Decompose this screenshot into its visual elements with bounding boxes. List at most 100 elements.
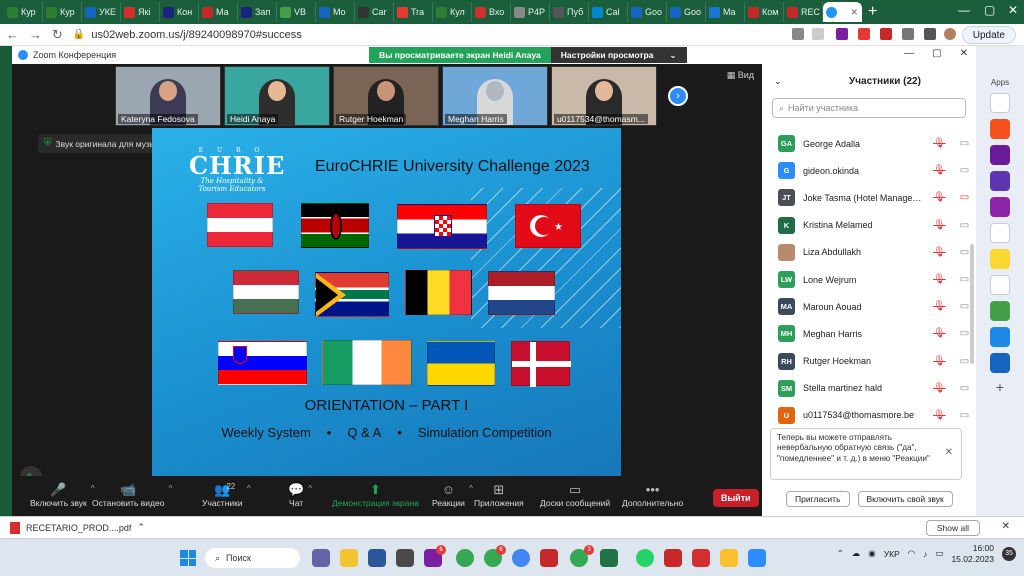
participant-row[interactable]: Uu0117534@thomasmore.be 🎙 ▭ bbox=[762, 402, 976, 429]
browser-tab[interactable]: Ком bbox=[745, 2, 784, 22]
participant-list-scrollbar[interactable] bbox=[970, 244, 974, 364]
browser-tab[interactable]: Які bbox=[121, 2, 160, 22]
browser-tab[interactable]: Кур bbox=[43, 2, 82, 22]
kahoot-extension-icon[interactable] bbox=[990, 93, 1010, 113]
browser-tab[interactable]: Кон bbox=[160, 2, 199, 22]
participant-row[interactable]: LW Lone Wejrum 🎙 ▭ bbox=[762, 266, 976, 293]
taskbar-search[interactable]: ⌕ Поиск bbox=[205, 548, 300, 568]
maximize-window-button[interactable]: ▢ bbox=[984, 3, 995, 17]
browser-tab[interactable]: Mo bbox=[316, 2, 355, 22]
volume-icon[interactable]: ♪ bbox=[923, 549, 927, 559]
participant-row[interactable]: GA George Adalla 🎙 ▭ bbox=[762, 130, 976, 157]
whatsapp-icon[interactable] bbox=[636, 549, 654, 567]
participant-row[interactable]: Liza Abdullakh 🎙 ▭ bbox=[762, 239, 976, 266]
browser-tab[interactable]: Goo bbox=[628, 2, 667, 22]
browser-tab[interactable]: Р4Р bbox=[511, 2, 550, 22]
browser-tab[interactable]: Ma bbox=[706, 2, 745, 22]
browser-tab[interactable]: Зап bbox=[238, 2, 277, 22]
twine-extension-icon[interactable] bbox=[990, 275, 1010, 295]
extension-icon[interactable] bbox=[990, 119, 1010, 139]
browser-tab[interactable]: Cal bbox=[589, 2, 628, 22]
reload-icon[interactable]: ↻ bbox=[52, 27, 63, 43]
control-share-screen-button[interactable]: ⬆ Демонстрация экрана bbox=[332, 482, 419, 508]
extension-icon[interactable] bbox=[990, 249, 1010, 269]
participant-video-tile[interactable]: Kateryna Fedosova bbox=[115, 66, 221, 126]
browser-tab[interactable]: Кул bbox=[433, 2, 472, 22]
pdf-extension-icon[interactable] bbox=[880, 28, 892, 40]
chevron-up-icon[interactable]: ^ bbox=[169, 484, 173, 493]
minimize-icon[interactable]: — bbox=[904, 48, 914, 59]
language-indicator[interactable]: УКР bbox=[884, 549, 900, 559]
app-icon[interactable] bbox=[396, 549, 414, 567]
participant-row[interactable]: K Kristina Melamed 🎙 ▭ bbox=[762, 212, 976, 239]
browser-tab[interactable]: Car bbox=[355, 2, 394, 22]
browser-tab[interactable]: Кур bbox=[4, 2, 43, 22]
close-icon[interactable]: ✕ bbox=[945, 447, 953, 460]
zoom-icon[interactable] bbox=[748, 549, 766, 567]
extension-icon[interactable] bbox=[858, 28, 870, 40]
control-chat-button[interactable]: 💬 Чат ^ bbox=[288, 482, 312, 508]
chevron-up-icon[interactable]: ⌃ bbox=[837, 548, 844, 559]
participant-video-tile[interactable]: Heidi Anaya bbox=[224, 66, 330, 126]
add-icon[interactable]: + bbox=[976, 379, 1024, 395]
address-bar[interactable]: 🔒 us02web.zoom.us/j/89240098970#success bbox=[73, 29, 302, 41]
participant-video-tile[interactable]: Meghan Harris bbox=[442, 66, 548, 126]
battery-icon[interactable]: ▭ bbox=[935, 548, 943, 559]
wifi-icon[interactable]: ◠ bbox=[908, 548, 915, 559]
forward-icon[interactable]: → bbox=[29, 27, 42, 42]
participant-video-tile[interactable]: Rutger Hoekman bbox=[333, 66, 439, 126]
control-participants-button[interactable]: 👥 Участники 22 ^ bbox=[202, 482, 251, 508]
browser-tab[interactable]: Ма bbox=[199, 2, 238, 22]
chevron-up-icon[interactable]: ^ bbox=[247, 484, 251, 493]
browser-tab[interactable]: REC bbox=[784, 2, 823, 22]
extension-icon[interactable] bbox=[990, 353, 1010, 373]
acrobat-icon[interactable] bbox=[664, 549, 682, 567]
close-tab-icon[interactable]: ✕ bbox=[850, 7, 858, 18]
next-page-button[interactable]: › bbox=[668, 86, 688, 106]
start-icon[interactable] bbox=[180, 550, 196, 566]
extension-icon[interactable] bbox=[990, 301, 1010, 321]
app-icon[interactable] bbox=[540, 549, 558, 567]
word-icon[interactable] bbox=[368, 549, 386, 567]
control-apps-button[interactable]: ⊞ Приложения bbox=[474, 482, 524, 508]
extension-icon[interactable] bbox=[990, 145, 1010, 165]
close-icon[interactable]: ✕ bbox=[960, 48, 968, 59]
chevron-up-icon[interactable]: ^ bbox=[469, 484, 473, 493]
close-window-button[interactable]: ✕ bbox=[1008, 3, 1018, 17]
browser-tab[interactable]: Пуб bbox=[550, 2, 589, 22]
chevron-up-icon[interactable]: ⌃ bbox=[137, 522, 145, 533]
extension-icon[interactable] bbox=[836, 28, 848, 40]
view-button[interactable]: ▦ Вид bbox=[727, 70, 754, 81]
tray-icon[interactable]: ◉ bbox=[868, 548, 875, 559]
chevron-up-icon[interactable]: ^ bbox=[308, 484, 312, 493]
collapse-chevron-icon[interactable]: ⌄ bbox=[774, 76, 782, 87]
view-options-button[interactable]: Настройки просмотра ⌄ bbox=[550, 47, 687, 63]
excel-icon[interactable] bbox=[600, 549, 618, 567]
participant-row[interactable]: Ggideon.okinda 🎙 ▭ bbox=[762, 157, 976, 184]
clock[interactable]: 16:00 15.02.2023 bbox=[951, 543, 994, 564]
chrome-icon[interactable] bbox=[512, 549, 530, 567]
control-reactions-button[interactable]: ☺ Реакции ^ bbox=[432, 482, 473, 508]
extension-icon[interactable] bbox=[990, 223, 1010, 243]
browser-tab[interactable]: УКЕ bbox=[82, 2, 121, 22]
participant-row[interactable]: SM Stella martinez hald 🎙 ▭ bbox=[762, 375, 976, 402]
sidebar-icon[interactable] bbox=[924, 28, 936, 40]
address-text[interactable]: us02web.zoom.us/j/89240098970#success bbox=[91, 29, 301, 41]
participant-row[interactable]: JT Joke Tasma (Hotel Management ... 🎙 ▭ bbox=[762, 184, 976, 211]
participant-row[interactable]: RH Rutger Hoekman 🎙 ▭ bbox=[762, 348, 976, 375]
participant-search-input[interactable]: ⌕ Найти участника bbox=[772, 98, 966, 118]
participant-row[interactable]: MA Maroun Aouad 🎙 ▭ bbox=[762, 293, 976, 320]
puzzle-icon[interactable] bbox=[902, 28, 914, 40]
notification-count-badge[interactable]: 35 bbox=[1002, 546, 1016, 561]
app-icon[interactable] bbox=[720, 549, 738, 567]
extension-icon[interactable] bbox=[990, 197, 1010, 217]
browser-tab[interactable]: Вхо bbox=[472, 2, 511, 22]
share-icon[interactable] bbox=[792, 28, 804, 40]
chrome-icon[interactable] bbox=[456, 549, 474, 567]
extension-icon[interactable] bbox=[990, 171, 1010, 191]
bookmark-star-icon[interactable] bbox=[812, 28, 824, 40]
file-explorer-icon[interactable] bbox=[340, 549, 358, 567]
control-video-button[interactable]: 📹 Остановить видео ^ bbox=[92, 482, 172, 508]
show-all-button[interactable]: Show all bbox=[925, 520, 980, 536]
teams-icon[interactable] bbox=[312, 549, 330, 567]
